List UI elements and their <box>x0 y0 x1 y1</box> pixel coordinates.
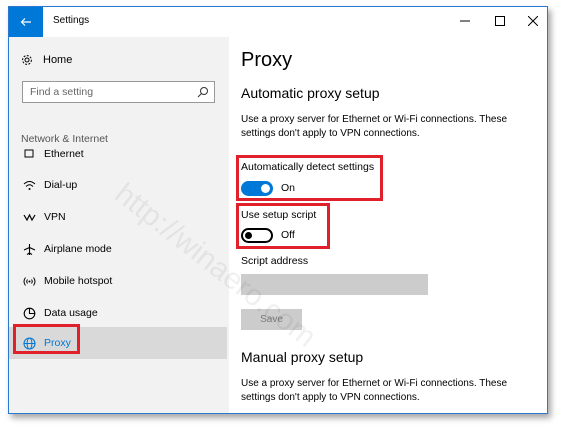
auto-proxy-description: Use a proxy server for Ethernet or Wi-Fi… <box>241 114 508 139</box>
setup-script-label: Use setup script <box>241 209 317 221</box>
settings-window: Settings Home Find a setting Network & I… <box>8 6 548 414</box>
sidebar-item-airplane-mode[interactable]: Airplane mode <box>9 233 227 265</box>
airplane-icon <box>22 242 36 256</box>
search-icon <box>197 87 208 98</box>
main-content: Proxy Automatic proxy setup Use a proxy … <box>229 37 547 413</box>
sidebar-item-label: Ethernet <box>44 148 84 160</box>
close-icon <box>528 16 538 26</box>
maximize-icon <box>495 16 505 26</box>
sidebar-item-mobile-hotspot[interactable]: Mobile hotspot <box>9 265 227 297</box>
save-button[interactable]: Save <box>241 309 302 330</box>
sidebar-item-label: Mobile hotspot <box>44 275 113 287</box>
proxy-highlight-box <box>13 324 80 354</box>
minimize-button[interactable] <box>457 13 473 29</box>
dialup-icon <box>22 178 36 192</box>
screenshot-frame: Settings Home Find a setting Network & I… <box>0 0 562 427</box>
sidebar-item-ethernet[interactable]: Ethernet <box>9 147 227 161</box>
hotspot-icon <box>22 274 36 288</box>
sidebar-item-label: Airplane mode <box>44 243 112 255</box>
toggle-knob <box>245 232 252 239</box>
setup-script-toggle[interactable] <box>241 228 273 243</box>
home-label: Home <box>43 54 73 66</box>
sidebar-item-label: Data usage <box>44 307 98 319</box>
page-title: Proxy <box>241 49 293 71</box>
sidebar: Home Find a setting Network & Internet E… <box>9 37 229 413</box>
back-arrow-icon <box>20 18 31 26</box>
title-bar: Settings <box>9 7 547 37</box>
minimize-icon <box>460 20 470 22</box>
auto-detect-label: Automatically detect settings <box>241 161 375 173</box>
toggle-knob <box>261 184 270 193</box>
sidebar-item-label: VPN <box>44 211 66 223</box>
auto-detect-toggle[interactable] <box>241 181 273 196</box>
manual-proxy-heading: Manual proxy setup <box>241 349 364 365</box>
auto-proxy-heading: Automatic proxy setup <box>241 85 380 101</box>
sidebar-item-label: Dial-up <box>44 179 78 191</box>
setup-script-state: Off <box>281 229 295 241</box>
home-item[interactable]: Home <box>21 51 72 69</box>
ethernet-icon <box>22 147 36 161</box>
window-title: Settings <box>53 15 90 26</box>
manual-proxy-description: Use a proxy server for Ethernet or Wi-Fi… <box>241 378 508 403</box>
maximize-button[interactable] <box>492 13 508 29</box>
auto-detect-state: On <box>281 182 296 194</box>
gear-icon <box>22 55 32 65</box>
sidebar-item-dialup[interactable]: Dial-up <box>9 169 227 201</box>
back-button[interactable] <box>9 7 43 37</box>
search-placeholder: Find a setting <box>30 86 94 98</box>
vpn-icon <box>22 210 36 224</box>
sidebar-item-vpn[interactable]: VPN <box>9 201 227 233</box>
close-button[interactable] <box>525 13 541 29</box>
script-address-input[interactable] <box>241 274 428 295</box>
script-address-label: Script address <box>241 255 309 267</box>
search-input[interactable]: Find a setting <box>22 81 215 103</box>
section-label: Network & Internet <box>21 133 108 145</box>
data-usage-icon <box>22 306 36 320</box>
